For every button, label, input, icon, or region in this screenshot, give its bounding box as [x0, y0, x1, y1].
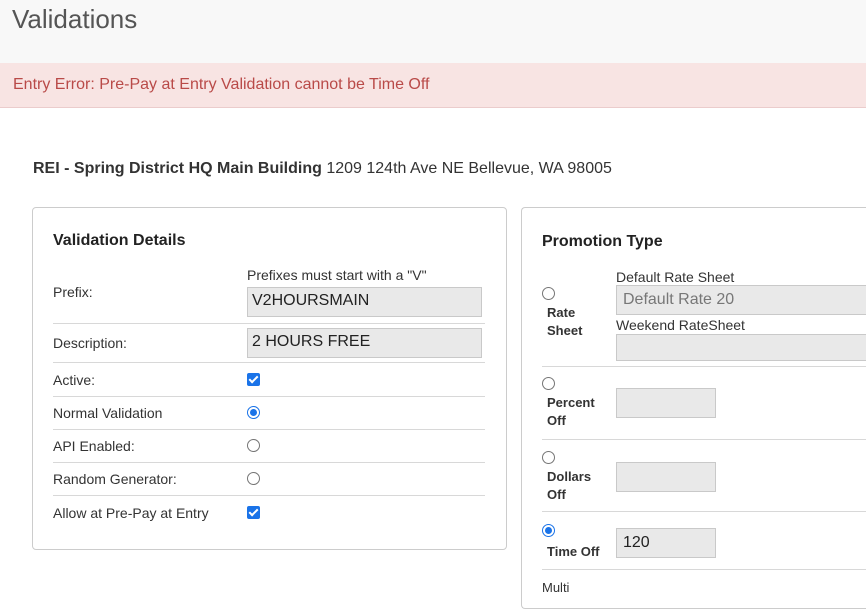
default-rate-sheet-label: Default Rate Sheet — [616, 269, 735, 285]
api-enabled-row: API Enabled: — [53, 430, 485, 463]
location-address: 1209 124th Ave NE Bellevue, WA 98005 — [326, 160, 612, 177]
page-header: Validations — [0, 0, 866, 63]
active-label: Active: — [53, 372, 96, 388]
percent-off-label-line2: Off — [547, 413, 566, 428]
rate-sheet-label: Rate Sheet — [547, 304, 582, 340]
location-name: REI - Spring District HQ Main Building — [33, 160, 322, 177]
dollars-off-input[interactable] — [616, 462, 716, 492]
promotion-type-title: Promotion Type — [542, 233, 663, 250]
percent-off-radio[interactable] — [542, 377, 555, 390]
dollars-off-divider — [542, 511, 866, 512]
rate-sheet-radio[interactable] — [542, 287, 555, 300]
allow-prepay-checkbox[interactable] — [247, 506, 260, 519]
rate-sheet-label-line1: Rate — [547, 305, 576, 320]
rate-sheet-divider — [542, 366, 866, 367]
percent-off-input[interactable] — [616, 388, 716, 418]
time-off-label: Time Off — [547, 544, 600, 559]
normal-validation-row: Normal Validation — [53, 397, 485, 430]
dollars-off-label: Dollars Off — [547, 468, 591, 504]
allow-prepay-label: Allow at Pre-Pay at Entry — [53, 505, 209, 521]
dollars-off-label-line1: Dollars — [547, 469, 592, 484]
multi-label: Multi — [542, 580, 570, 595]
prefix-row: Prefix: Prefixes must start with a "V" V… — [53, 262, 485, 324]
allow-prepay-row: Allow at Pre-Pay at Entry — [53, 496, 485, 528]
time-off-input[interactable]: 120 — [616, 528, 716, 558]
prefix-label: Prefix: — [53, 284, 93, 300]
api-enabled-radio[interactable] — [247, 439, 260, 452]
normal-validation-radio[interactable] — [247, 406, 260, 419]
api-enabled-label: API Enabled: — [53, 438, 135, 454]
percent-off-divider — [542, 439, 866, 440]
time-off-radio[interactable] — [542, 524, 555, 537]
validation-details-panel: Validation Details Prefix: Prefixes must… — [32, 207, 507, 550]
percent-off-label: Percent Off — [547, 394, 595, 430]
percent-off-label-line1: Percent — [547, 395, 595, 410]
validation-details-title: Validation Details — [53, 232, 186, 249]
location-line: REI - Spring District HQ Main Building 1… — [33, 160, 612, 178]
random-generator-label: Random Generator: — [53, 471, 177, 487]
description-input[interactable]: 2 HOURS FREE — [247, 328, 482, 358]
time-off-divider — [542, 569, 866, 570]
error-alert: Entry Error: Pre-Pay at Entry Validation… — [0, 63, 866, 108]
rate-sheet-label-line2: Sheet — [547, 323, 583, 338]
promotion-type-panel: Promotion Type Rate Sheet Default Rate S… — [521, 207, 866, 609]
description-row: Description: 2 HOURS FREE — [53, 324, 485, 363]
dollars-off-radio[interactable] — [542, 451, 555, 464]
prefix-input[interactable]: V2HOURSMAIN — [247, 287, 482, 317]
active-checkbox[interactable] — [247, 373, 260, 386]
error-message: Entry Error: Pre-Pay at Entry Validation… — [13, 76, 430, 93]
random-generator-row: Random Generator: — [53, 463, 485, 496]
description-label: Description: — [53, 335, 127, 351]
dollars-off-label-line2: Off — [547, 487, 566, 502]
weekend-rate-sheet-select[interactable] — [616, 334, 866, 361]
normal-validation-label: Normal Validation — [53, 405, 163, 421]
page-title: Validations — [12, 4, 138, 34]
prefix-note: Prefixes must start with a "V" — [247, 267, 427, 283]
active-row: Active: — [53, 363, 485, 397]
weekend-rate-sheet-label: Weekend RateSheet — [616, 317, 745, 333]
default-rate-sheet-select[interactable]: Default Rate 20 — [616, 285, 866, 315]
random-generator-radio[interactable] — [247, 472, 260, 485]
